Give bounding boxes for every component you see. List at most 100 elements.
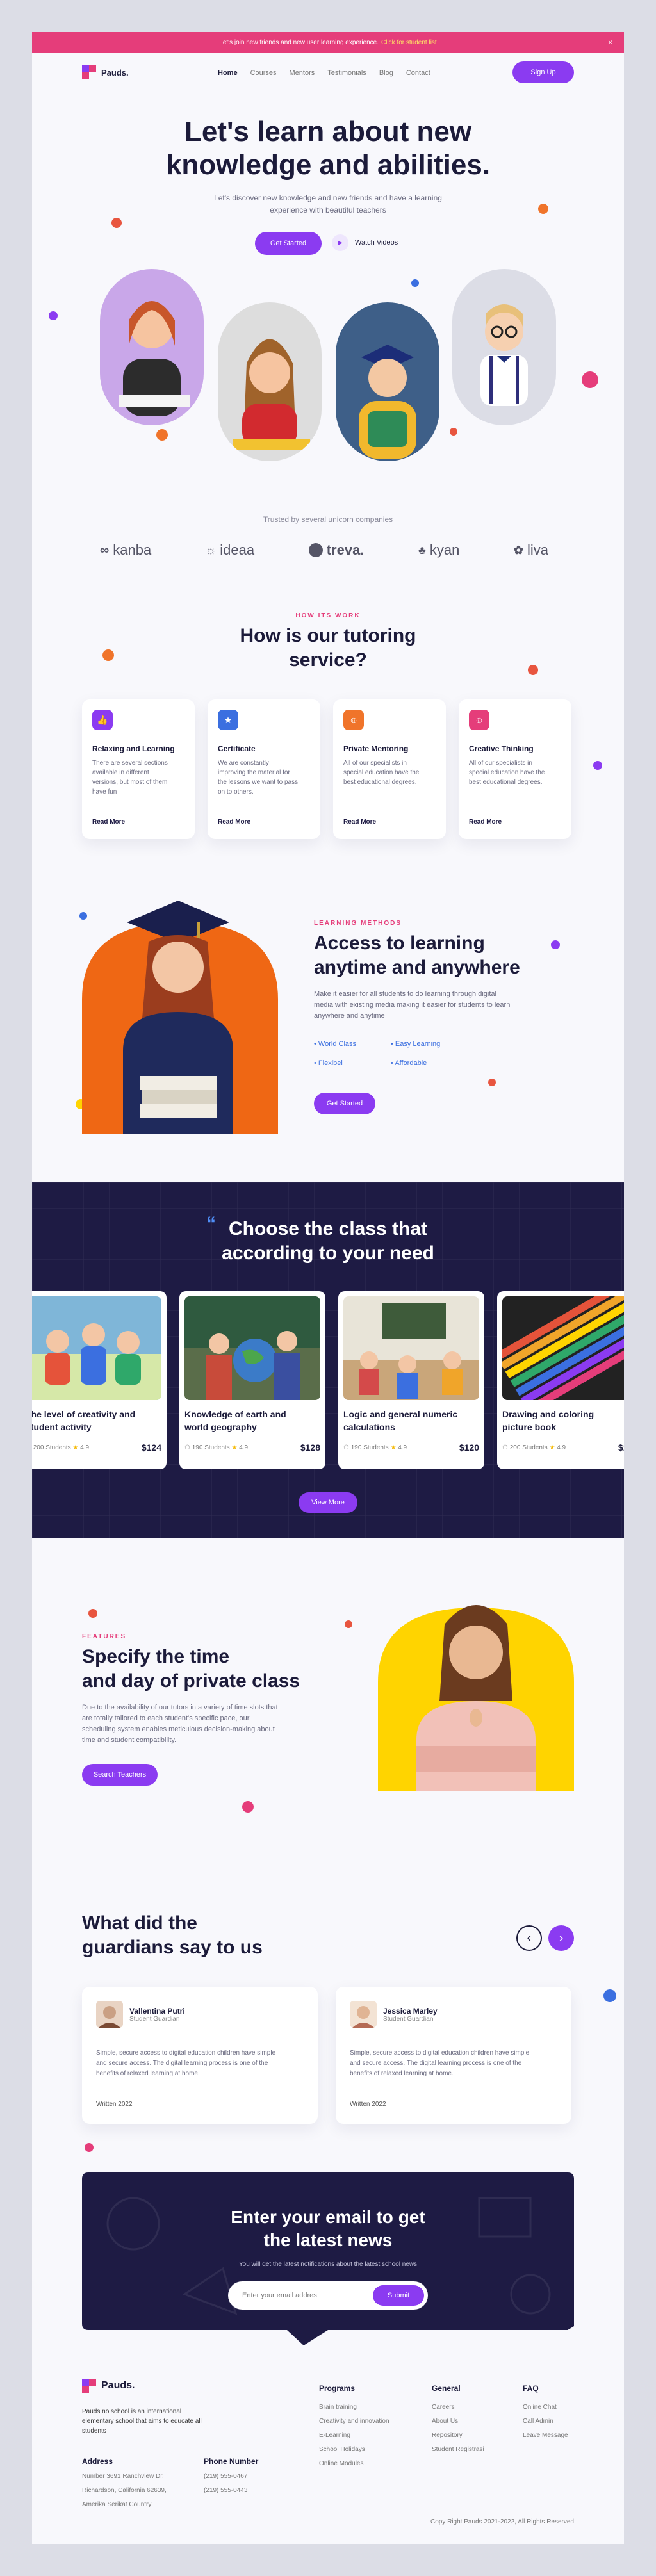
footer-about: Pauds no school is an international eleme…: [82, 2408, 202, 2434]
methods-get-started-button[interactable]: Get Started: [314, 1093, 375, 1114]
thumbs-up-icon: 👍: [92, 710, 113, 730]
footer-link[interactable]: Leave Message: [523, 2429, 568, 2443]
footer-link[interactable]: Repository: [432, 2429, 484, 2443]
decor-dot: [603, 1989, 616, 2002]
nav-courses[interactable]: Courses: [250, 69, 277, 77]
read-more-link[interactable]: Read More: [92, 819, 125, 826]
footer-link[interactable]: Student Registrasi: [432, 2443, 484, 2457]
service-card[interactable]: ☺ Creative Thinking All of our specialis…: [459, 699, 571, 839]
footer-phone: Phone Number (219) 555-0467 (219) 555-044…: [204, 2457, 259, 2494]
decor-dot: [551, 940, 560, 949]
user-icon: ⚇ 200 Students ★ 4.9: [502, 1444, 566, 1451]
nav-mentors[interactable]: Mentors: [290, 69, 315, 77]
treva-icon: [308, 543, 323, 557]
announcement-text: Let's join new friends and new user lear…: [219, 38, 379, 46]
bulb-icon: ☼: [205, 543, 217, 557]
landing-page: Let's join new friends and new user lear…: [32, 32, 624, 2544]
nav-testimonials[interactable]: Testimonials: [327, 69, 366, 77]
announcement-link[interactable]: Click for student list: [381, 39, 437, 46]
footer-link[interactable]: Online Modules: [319, 2457, 390, 2471]
avatar: [350, 2001, 377, 2028]
footer-link[interactable]: E-Learning: [319, 2429, 390, 2443]
view-more-button[interactable]: View More: [299, 1492, 357, 1513]
smile-icon: ☺: [343, 710, 364, 730]
service-card[interactable]: ☺ Private Mentoring All of our specialis…: [333, 699, 446, 839]
feature-item: • Affordable: [391, 1059, 427, 1067]
class-card[interactable]: Drawing and coloring picture book ⚇ 200 S…: [497, 1291, 624, 1469]
newsletter-subtitle: You will get the latest notifications ab…: [238, 2261, 418, 2268]
feature-item: • Easy Learning: [391, 1040, 441, 1048]
features-eyebrow: FEATURES: [82, 1633, 127, 1640]
feature-item: • Flexibel: [314, 1059, 343, 1067]
footer-link[interactable]: Call Admin: [523, 2415, 568, 2429]
footer-address: Address Number 3691 Ranchview Dr. Richard…: [82, 2457, 167, 2508]
email-input[interactable]: [242, 2292, 373, 2299]
user-icon: ⚇ 190 Students ★ 4.9: [184, 1444, 249, 1451]
user-icon: ⚇ 200 Students ★ 4.9: [33, 1444, 90, 1451]
sign-up-button[interactable]: Sign Up: [512, 61, 574, 83]
get-started-button[interactable]: Get Started: [255, 232, 322, 255]
watch-video-button[interactable]: ▶ Watch Videos: [332, 234, 398, 251]
submit-button[interactable]: Submit: [373, 2285, 424, 2306]
footer-logo[interactable]: Pauds.: [82, 2379, 135, 2393]
class-card[interactable]: The level of creativity and student activ…: [32, 1291, 167, 1469]
service-card[interactable]: ★ Certificate We are constantly improving…: [208, 699, 320, 839]
decor-dot: [242, 1801, 254, 1813]
class-card[interactable]: Logic and general numeric calculations ⚇ …: [338, 1291, 484, 1469]
decor-dot: [488, 1079, 496, 1086]
service-card[interactable]: 👍 Relaxing and Learning There are severa…: [82, 699, 195, 839]
decor-dot: [111, 218, 122, 228]
footer-link[interactable]: Careers: [432, 2401, 484, 2415]
decor-dot: [49, 311, 58, 320]
partner-liva: ✿ liva: [513, 542, 548, 558]
read-more-link[interactable]: Read More: [469, 819, 502, 826]
partners-label: Trusted by several unicorn companies: [263, 515, 393, 524]
how-eyebrow: HOW ITS WORK: [295, 612, 361, 619]
prev-arrow-icon[interactable]: ‹: [516, 1925, 542, 1951]
footer-link[interactable]: Creativity and innovation: [319, 2415, 390, 2429]
main-nav: Home Courses Mentors Testimonials Blog C…: [218, 69, 430, 77]
class-image: [343, 1296, 479, 1400]
lightbulb-icon: ☺: [469, 710, 489, 730]
features-title: Specify the time and day of private class: [82, 1646, 300, 1692]
kanba-icon: ∞: [100, 542, 110, 557]
brand-name: Pauds.: [101, 67, 129, 77]
testimonials-title: What did the guardians say to us: [82, 1912, 263, 1958]
methods-features: • World Class • Easy Learning • Flexibel…: [314, 1040, 468, 1067]
methods-eyebrow: LEARNING METHODS: [314, 920, 402, 927]
newsletter-title: Enter your email to get the latest news: [231, 2207, 425, 2250]
close-icon[interactable]: ×: [608, 38, 612, 47]
testimonial-card: Vallentina Putri Student Guardian Simple,…: [82, 1987, 318, 2124]
testimonial-card: Jessica Marley Student Guardian Simple, s…: [336, 1987, 571, 2124]
hero-photo-boy-glasses: [452, 269, 556, 425]
decor-dot: [156, 429, 168, 441]
hero-subtitle: Let's discover new knowledge and new fri…: [214, 193, 442, 215]
decor-dot: [85, 2143, 94, 2152]
certificate-icon: ★: [218, 710, 238, 730]
nav-contact[interactable]: Contact: [406, 69, 430, 77]
next-arrow-icon[interactable]: ›: [548, 1925, 574, 1951]
read-more-link[interactable]: Read More: [218, 819, 250, 826]
footer-programs: Programs Brain training Creativity and i…: [319, 2384, 390, 2471]
footer-link[interactable]: Online Chat: [523, 2401, 568, 2415]
search-teachers-button[interactable]: Search Teachers: [82, 1764, 158, 1786]
user-icon: ⚇ 190 Students ★ 4.9: [343, 1444, 407, 1451]
methods-title: Access to learning anytime and anywhere: [314, 933, 520, 978]
classes-title: Choose the class that according to your n…: [222, 1218, 434, 1264]
nav-blog[interactable]: Blog: [379, 69, 393, 77]
footer-link[interactable]: About Us: [432, 2415, 484, 2429]
footer-link[interactable]: School Holidays: [319, 2443, 390, 2457]
nav-home[interactable]: Home: [218, 69, 238, 77]
footer-link[interactable]: Brain training: [319, 2401, 390, 2415]
announcement-bar: Let's join new friends and new user lear…: [32, 32, 624, 53]
read-more-link[interactable]: Read More: [343, 819, 376, 826]
teacher-photo: [378, 1586, 574, 1791]
partner-treva: treva.: [308, 542, 364, 558]
decor-dot: [528, 665, 538, 675]
methods-text: Make it easier for all students to do le…: [314, 990, 511, 1020]
class-card[interactable]: Knowledge of earth and world geography ⚇ …: [179, 1291, 325, 1469]
avatar: [96, 2001, 123, 2028]
brand-logo[interactable]: Pauds.: [82, 65, 129, 79]
partner-ideaa: ☼ ideaa: [205, 542, 255, 558]
footer-faq: FAQ Online Chat Call Admin Leave Message: [523, 2384, 568, 2443]
